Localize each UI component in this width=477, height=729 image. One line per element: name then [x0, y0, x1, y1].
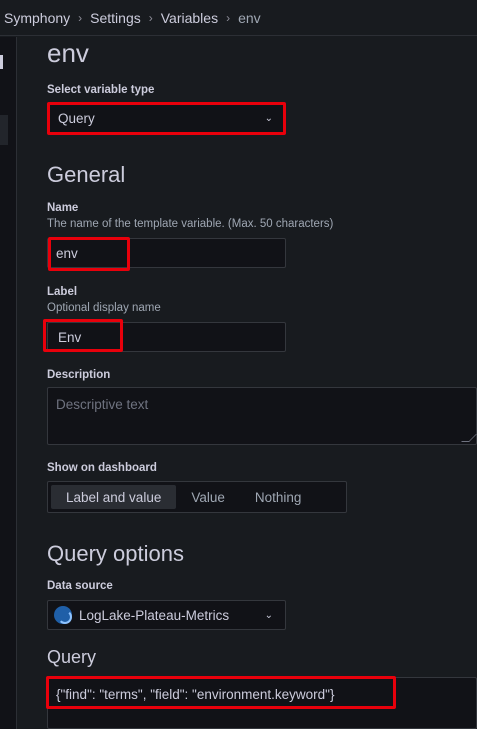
nav-item-active-partial[interactable] [0, 115, 8, 145]
name-value: env [56, 245, 78, 261]
chevron-down-icon: ⌄ [264, 112, 273, 124]
variable-type-value: Query [58, 110, 95, 126]
name-label: Name [47, 202, 79, 214]
left-nav-rail [0, 37, 17, 729]
query-options-heading: Query options [47, 541, 184, 566]
resize-handle[interactable] [461, 434, 477, 442]
breadcrumb-current: env [238, 9, 261, 26]
description-placeholder: Descriptive text [56, 397, 149, 412]
name-description: The name of the template variable. (Max.… [47, 218, 334, 230]
loglake-datasource-icon [54, 606, 72, 624]
name-input[interactable]: env [47, 238, 286, 268]
variable-type-select[interactable]: Query ⌄ [47, 103, 286, 133]
breadcrumb: Symphony › Settings › Variables › env [0, 0, 477, 36]
data-source-picker[interactable]: LogLake-Plateau-Metrics ⌄ [47, 600, 286, 630]
option-nothing[interactable]: Nothing [240, 485, 317, 509]
show-on-dashboard-label: Show on dashboard [47, 462, 157, 474]
breadcrumb-item-variables[interactable]: Variables [161, 10, 218, 26]
show-on-dashboard-radio-group: Label and value Value Nothing [47, 481, 347, 513]
page-title: env [47, 38, 89, 68]
query-heading: Query [47, 647, 97, 667]
display-label-value: Env [58, 329, 82, 345]
nav-icon-partial[interactable] [0, 55, 3, 69]
breadcrumb-separator: › [226, 10, 231, 25]
breadcrumb-separator: › [78, 10, 83, 25]
description-textarea[interactable]: Descriptive text [47, 387, 477, 445]
query-input[interactable]: {"find": "terms", "field": "environment.… [47, 677, 477, 729]
query-value: {"find": "terms", "field": "environment.… [56, 687, 335, 702]
description-label: Description [47, 369, 111, 381]
chevron-down-icon: ⌄ [264, 609, 273, 621]
breadcrumb-item-settings[interactable]: Settings [90, 10, 141, 26]
data-source-label: Data source [47, 580, 113, 592]
breadcrumb-separator: › [148, 10, 153, 25]
breadcrumb-item-symphony[interactable]: Symphony [4, 10, 70, 26]
general-heading: General [47, 162, 126, 187]
variable-type-label: Select variable type [47, 84, 155, 96]
option-value[interactable]: Value [176, 485, 240, 509]
data-source-value: LogLake-Plateau-Metrics [79, 607, 230, 623]
display-label-label: Label [47, 286, 78, 298]
display-label-description: Optional display name [47, 302, 161, 314]
option-label-and-value[interactable]: Label and value [51, 485, 177, 509]
display-label-input[interactable]: Env [47, 322, 286, 352]
